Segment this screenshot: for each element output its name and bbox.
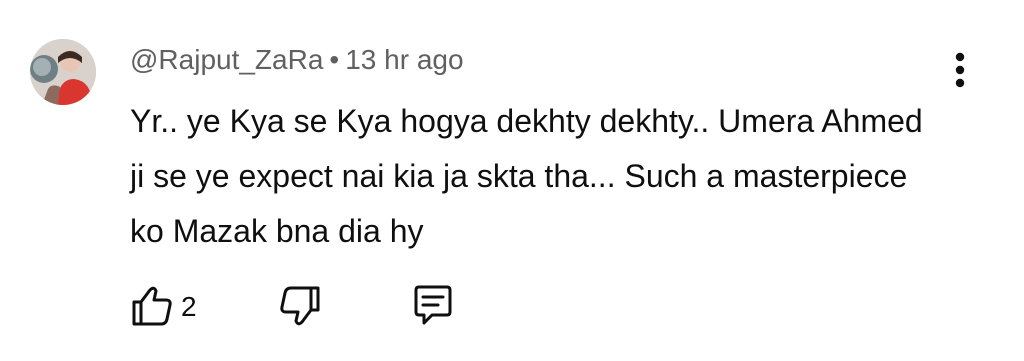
avatar[interactable]	[30, 39, 96, 105]
comment-item: @Rajput_ZaRa • 13 hr ago Yr.. ye Kya se Ky…	[0, 0, 1024, 361]
avatar-image	[30, 39, 96, 105]
reply-comment-icon	[414, 285, 452, 325]
thumbs-up-icon	[132, 286, 172, 326]
more-options-button[interactable]	[942, 48, 978, 92]
comment-meta: @Rajput_ZaRa • 13 hr ago	[130, 42, 464, 78]
reply-button[interactable]	[408, 282, 458, 330]
dislike-button[interactable]	[274, 282, 324, 330]
like-count: 2	[181, 291, 197, 322]
more-vert-icon	[955, 52, 965, 88]
comment-text: Yr.. ye Kya se Kya hogya dekhty dekhty..…	[130, 103, 923, 249]
author-name[interactable]: @Rajput_ZaRa	[130, 44, 323, 75]
meta-separator: •	[329, 44, 340, 75]
like-button[interactable]	[128, 282, 176, 330]
timestamp[interactable]: 13 hr ago	[345, 44, 463, 75]
thumbs-down-icon	[280, 286, 320, 326]
